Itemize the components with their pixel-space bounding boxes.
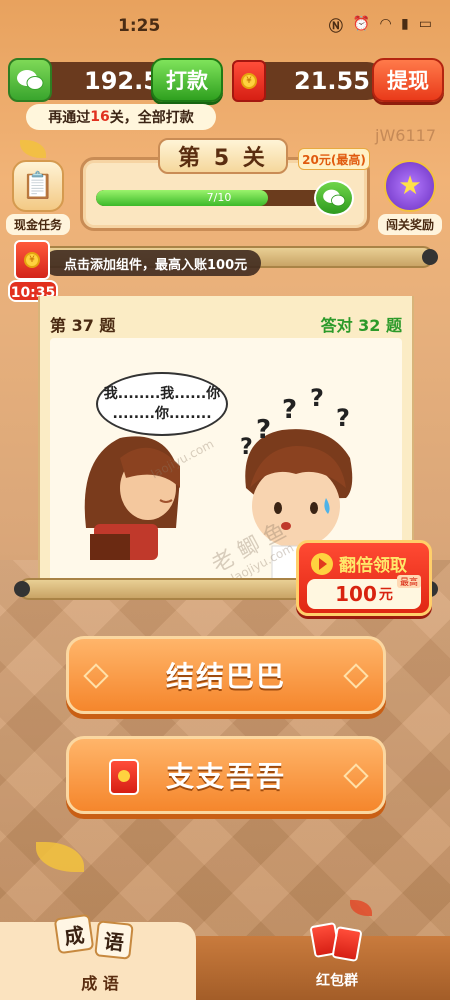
answer-option-1-text: 结结巴巴 (165, 660, 286, 693)
add-widget-banner[interactable]: 点击添加组件，最高入账100元 (44, 250, 262, 276)
double-reward-title: 翻倍领取 (339, 556, 407, 576)
cash-amount: 192.5 (84, 67, 160, 95)
level-reward-label: 闯关奖励 (378, 214, 442, 235)
question-number: 第 37 题 (50, 316, 116, 335)
answer-option-1[interactable]: 结结巴巴 (66, 636, 386, 714)
remaining-levels-tip: 再通过 16 关，全部打款 (26, 104, 216, 130)
tip-prefix: 再通过 (48, 110, 91, 126)
diamond-ornament-icon (343, 663, 369, 689)
status-time: 1:25 (118, 16, 161, 36)
svg-text:?: ? (282, 395, 297, 425)
cash-out-button[interactable]: 打款 (151, 58, 223, 102)
nfc-icon: Ⓝ (328, 19, 343, 35)
bubble-line-2: ........你........ (112, 406, 212, 422)
diamond-ornament-icon (83, 663, 109, 689)
diamond-ornament-icon (343, 763, 369, 789)
double-reward-unit: 元 (378, 587, 393, 603)
idiom-tile-icon: 成 (53, 913, 95, 955)
wechat-icon (8, 58, 52, 102)
wechat-reward-icon[interactable] (314, 180, 354, 216)
redpack-small-icon[interactable]: ¥ (14, 240, 50, 280)
answer-option-2-text: 支支吾吾 (165, 760, 286, 793)
cash-task-button[interactable]: 📋 现金任务 (6, 160, 70, 235)
tip-suffix: 关，全部打款 (109, 110, 194, 126)
redpack-amount: 21.55 (294, 67, 370, 95)
tab-idioms[interactable]: 成 语 成 语 (50, 912, 150, 998)
redpack-balance: 21.55 (246, 62, 386, 100)
redpack-group-icon (331, 925, 363, 963)
tab-idioms-label: 成 语 (81, 974, 119, 993)
level-max-reward: 20元(最高) (298, 148, 370, 170)
level-progress-text: 7/10 (206, 191, 232, 204)
svg-text:?: ? (240, 435, 253, 460)
cash-task-label: 现金任务 (6, 214, 70, 235)
double-reward-value: 100 (335, 582, 377, 606)
withdraw-button[interactable]: 提现 (372, 58, 444, 102)
play-video-icon (311, 553, 333, 575)
level-reward-button[interactable]: ★ 闯关奖励 (378, 160, 442, 235)
signal-icon: ▮ (401, 16, 409, 32)
tip-count: 16 (90, 109, 110, 125)
star-medal-icon: ★ (384, 160, 436, 212)
tab-redpack-group[interactable]: 红包群 (292, 921, 382, 994)
svg-text:?: ? (310, 384, 324, 412)
redpack-icon: ¥ (232, 60, 266, 102)
wifi-icon: ◠ (380, 16, 392, 32)
svg-text:?: ? (256, 415, 271, 445)
checklist-icon: 📋 (12, 160, 64, 212)
bubble-line-1: 我........我......你 (103, 386, 221, 402)
tab-redpack-group-label: 红包群 (316, 973, 358, 989)
status-bar: 1:25 Ⓝ ⏰ ◠ ▮ ▭ (0, 0, 450, 52)
ginkgo-leaf-decoration (20, 140, 46, 158)
level-title: 第 5 关 (158, 138, 288, 174)
money-bar: 192.5 打款 21.55 ¥ 提现 (8, 58, 444, 104)
double-reward-max-tag: 最高 (396, 575, 421, 588)
battery-icon: ▭ (418, 16, 432, 32)
answer-option-2[interactable]: 支支吾吾 (66, 736, 386, 814)
speech-bubble: 我........我......你 ........你........ (96, 372, 228, 436)
video-redpack-icon (109, 759, 139, 795)
double-reward-button[interactable]: 翻倍领取 100 元 最高 (296, 540, 432, 616)
level-progress-bar: 7/10 (96, 190, 342, 206)
alarm-icon: ⏰ (352, 16, 371, 32)
svg-text:?: ? (336, 404, 350, 432)
corner-watermark: jW6117 (375, 126, 436, 145)
correct-count: 答对 32 题 (320, 316, 402, 335)
idiom-tile-icon: 语 (94, 920, 134, 960)
